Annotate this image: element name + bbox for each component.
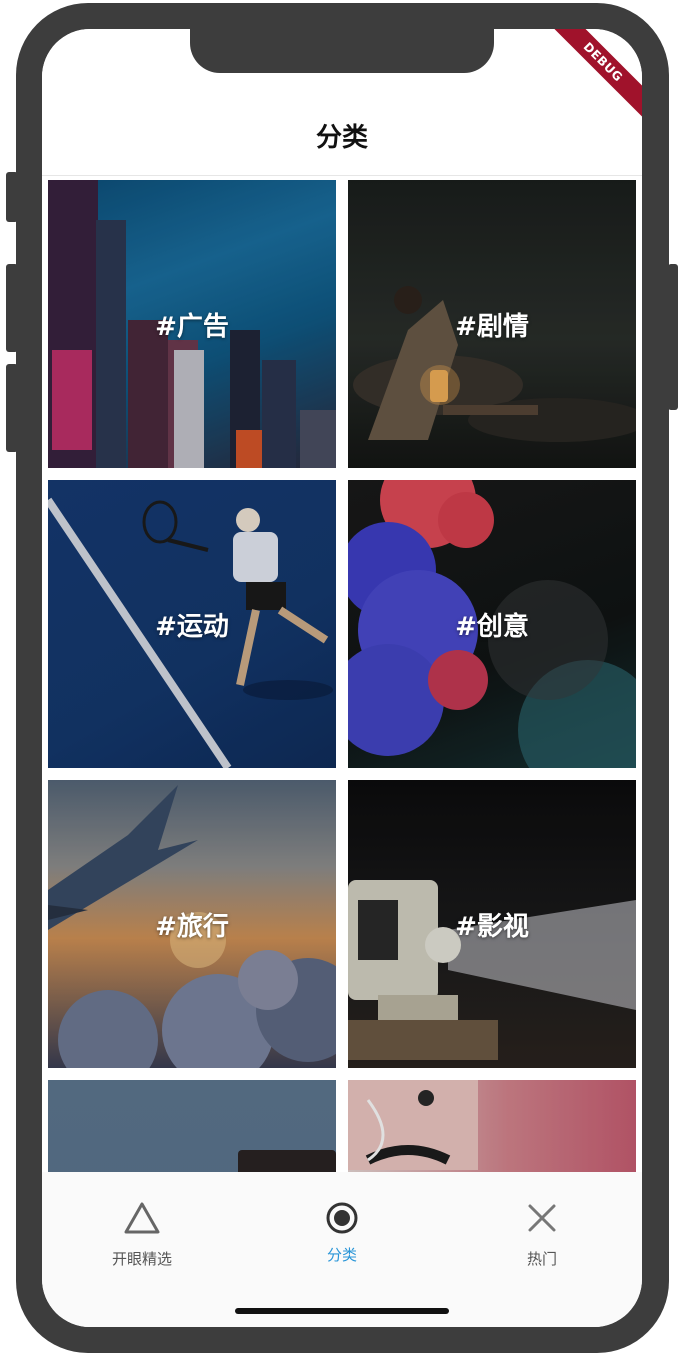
radio-dot-icon bbox=[242, 1198, 442, 1238]
category-label: #影视 bbox=[455, 912, 529, 942]
tab-category[interactable]: 分类 bbox=[242, 1198, 442, 1265]
triangle-icon bbox=[42, 1198, 242, 1238]
bottom-tab-bar: 开眼精选 分类 热门 bbox=[42, 1172, 642, 1327]
category-tile-drama[interactable]: #剧情 bbox=[348, 180, 636, 468]
category-label: #创意 bbox=[455, 612, 529, 642]
page-title: 分类 bbox=[315, 123, 368, 153]
volume-down-button bbox=[6, 364, 18, 452]
category-label: #广告 bbox=[155, 312, 229, 342]
tab-label: 开眼精选 bbox=[111, 1250, 172, 1268]
tab-featured[interactable]: 开眼精选 bbox=[42, 1198, 242, 1269]
category-tile-7[interactable] bbox=[48, 1080, 336, 1172]
app-screen: DEBUG 分类 #广告 #剧情 #运动 #创意 #旅行 #影视 开眼精选 分类… bbox=[42, 29, 642, 1327]
category-tile-sports[interactable]: #运动 bbox=[48, 480, 336, 768]
category-label: #旅行 bbox=[155, 912, 229, 942]
category-tile-travel[interactable]: #旅行 bbox=[48, 780, 336, 1068]
category-tile-ads[interactable]: #广告 bbox=[48, 180, 336, 468]
volume-up-button bbox=[6, 264, 18, 352]
x-icon bbox=[442, 1198, 642, 1238]
category-tile-creative[interactable]: #创意 bbox=[348, 480, 636, 768]
tab-label: 热门 bbox=[526, 1250, 557, 1268]
category-tile-8[interactable] bbox=[348, 1080, 636, 1172]
category-label: #剧情 bbox=[455, 312, 529, 342]
category-grid: #广告 #剧情 #运动 #创意 #旅行 #影视 bbox=[48, 180, 636, 1172]
power-button bbox=[668, 264, 678, 410]
home-indicator[interactable] bbox=[235, 1308, 449, 1314]
category-tile-film[interactable]: #影视 bbox=[348, 780, 636, 1068]
tab-label: 分类 bbox=[326, 1246, 357, 1264]
notch bbox=[190, 29, 494, 73]
tab-hot[interactable]: 热门 bbox=[442, 1198, 642, 1269]
mute-switch bbox=[6, 172, 18, 222]
category-label: #运动 bbox=[155, 612, 229, 642]
